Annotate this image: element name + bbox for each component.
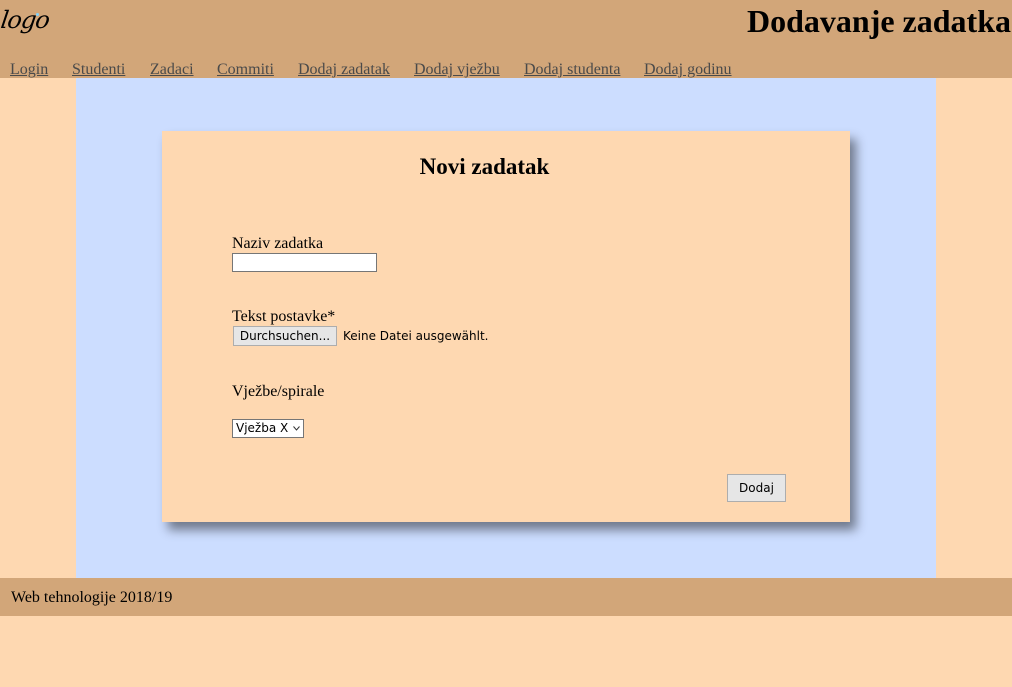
- naziv-input[interactable]: [232, 253, 377, 272]
- nav-link-zadaci[interactable]: Zadaci: [150, 60, 194, 80]
- nav-link-dodaj-vjezbu[interactable]: Dodaj vježbu: [414, 60, 500, 80]
- page-title: Dodavanje zadatka: [746, 3, 1011, 39]
- naziv-label: Naziv zadatka: [232, 235, 324, 252]
- nav-link-dodaj-godinu[interactable]: Dodaj godinu: [644, 60, 732, 80]
- logo-dot: [36, 13, 39, 16]
- nav-link-dodaj-zadatak[interactable]: Dodaj zadatak: [298, 60, 390, 80]
- vjezba-selected-value: Vježba X: [236, 421, 289, 435]
- nav-link-login[interactable]: Login: [10, 60, 48, 80]
- nav-link-studenti[interactable]: Studenti: [72, 60, 125, 80]
- vjezba-select[interactable]: Vježba X: [232, 419, 304, 438]
- vjezbe-label: Vježbe/spirale: [232, 383, 325, 400]
- file-status-text: Keine Datei ausgewählt.: [343, 329, 489, 343]
- nav-link-dodaj-studenta[interactable]: Dodaj studenta: [524, 60, 620, 80]
- tekst-postavke-label: Tekst postavke*: [232, 308, 336, 325]
- submit-button[interactable]: Dodaj: [727, 474, 786, 502]
- nav-link-commiti[interactable]: Commiti: [217, 60, 274, 80]
- chevron-down-icon: [293, 426, 300, 431]
- footer-text: Web tehnologije 2018/19: [11, 589, 173, 606]
- form-title: Novi zadatak: [419, 154, 550, 179]
- footer: Web tehnologije 2018/19: [0, 578, 1012, 616]
- main-content: Novi zadatak Naziv zadatka Tekst postavk…: [76, 78, 936, 578]
- file-browse-button[interactable]: Durchsuchen...: [233, 326, 337, 346]
- logo: logo: [0, 6, 51, 34]
- header: logo Dodavanje zadatka Login Studenti Za…: [0, 0, 1012, 78]
- new-task-form: Novi zadatak Naziv zadatka Tekst postavk…: [162, 131, 850, 522]
